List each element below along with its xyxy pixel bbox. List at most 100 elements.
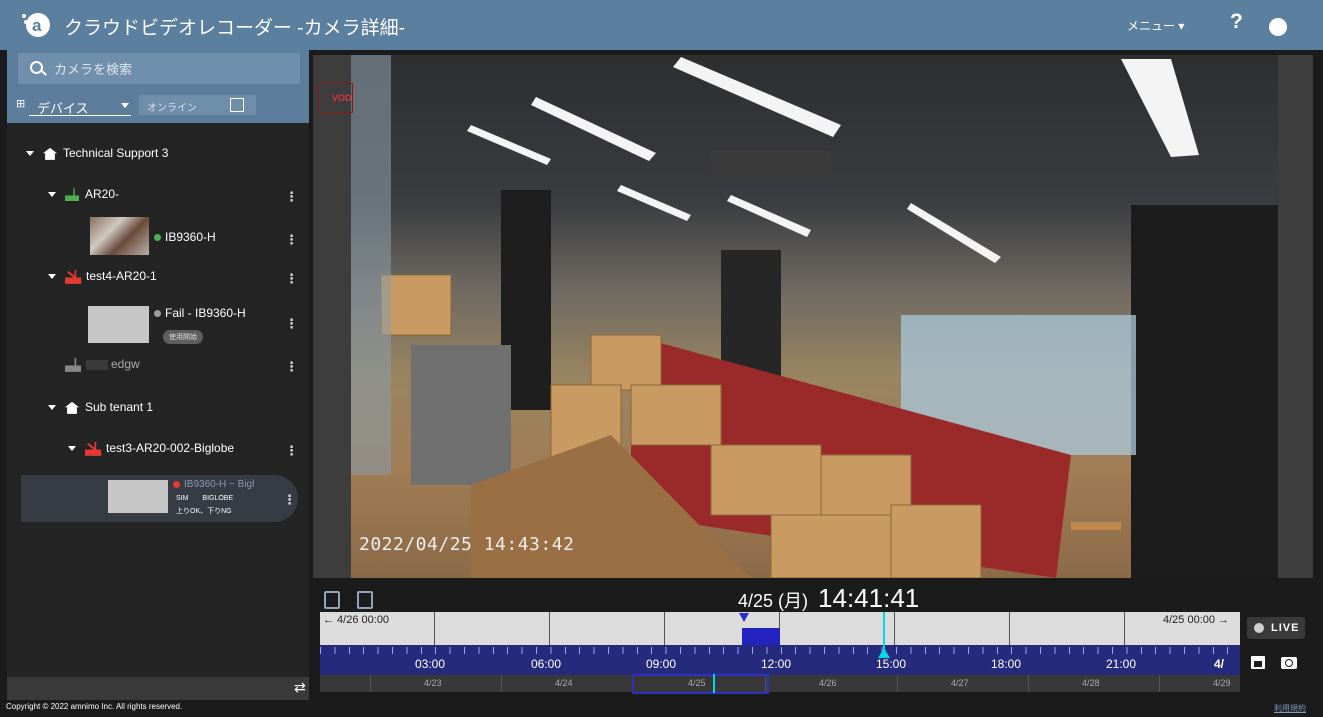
copy-add-icon[interactable] (357, 591, 373, 609)
tree-node-sub-tenant[interactable]: Sub tenant 1 (48, 400, 153, 420)
day-label[interactable]: 4/23 (424, 678, 442, 688)
day-label[interactable]: 4/24 (555, 678, 573, 688)
tree-label: IB9360-H (165, 230, 216, 244)
hour-label: 09:00 (646, 657, 677, 671)
video-timestamp: 2022/04/25 14:43:42 (359, 534, 575, 555)
search-box[interactable] (18, 53, 300, 84)
sidebar: ⊞ デバイス オンライン Technical Support 3 AR20- ⋮… (7, 50, 309, 700)
tree-node-ar20[interactable]: AR20- (48, 187, 119, 207)
tree-label: Technical Support 3 (63, 146, 169, 160)
camera-snapshot-icon[interactable] (1281, 657, 1297, 669)
device-select-label: デバイス (37, 101, 89, 116)
more-menu-icon[interactable]: ⋮ (285, 232, 298, 247)
device-select[interactable]: デバイス (29, 97, 131, 116)
camera-thumbnail[interactable] (108, 480, 168, 513)
tree-label: Fail - IB9360-H (165, 306, 246, 320)
playback-date: 4/25 (月) (738, 591, 809, 611)
tree-label: AR20- (85, 187, 120, 201)
selected-day-range[interactable] (632, 674, 769, 694)
live-label: LIVE (1271, 622, 1300, 634)
more-menu-icon[interactable]: ⋮ (285, 189, 298, 204)
swap-icon[interactable]: ⇄ (294, 679, 306, 696)
day-label[interactable]: 4/28 (1082, 678, 1100, 688)
video-player[interactable] (351, 55, 1278, 578)
calendar-icon[interactable] (1251, 656, 1265, 669)
more-menu-icon[interactable]: ⋮ (285, 316, 298, 331)
more-menu-icon[interactable]: ⋮ (285, 359, 298, 374)
sim-info: SIM BIGLOBE (176, 495, 233, 502)
day-cursor (713, 674, 715, 693)
day-divider (1028, 675, 1029, 692)
help-icon[interactable]: ? (1230, 10, 1243, 34)
menu-dropdown[interactable]: メニュー ▾ (1127, 17, 1184, 34)
online-filter-button[interactable]: オンライン (139, 95, 256, 115)
timeline-divider (1124, 612, 1125, 645)
selected-camera-row[interactable]: IB9360-H ~ Bigl SIM BIGLOBE 上りOK、下りNG ⋮ (21, 475, 298, 522)
more-menu-icon[interactable]: ⋮ (285, 271, 298, 286)
day-label[interactable]: 4/26 (819, 678, 837, 688)
tree-node-technical-support[interactable]: Technical Support 3 (26, 146, 168, 166)
link-status: 上りOK、下りNG (176, 508, 232, 515)
sidebar-toolbar: ⊞ デバイス オンライン (7, 50, 309, 123)
tree-node-test3[interactable]: test3-AR20-002-Biglobe (68, 441, 234, 461)
day-divider (370, 675, 371, 692)
vod-label: VOD (332, 93, 352, 103)
router-disabled-icon (65, 357, 81, 372)
status-badge: 使用開始 (163, 326, 203, 344)
hour-label: 12:00 (761, 657, 792, 671)
online-filter-label: オンライン (147, 103, 197, 114)
more-menu-icon[interactable]: ⋮ (285, 443, 298, 458)
timeline-divider (434, 612, 435, 645)
camera-name: IB9360-H ~ Bigl (173, 479, 254, 490)
foreground-rack (351, 55, 391, 475)
search-icon (30, 61, 43, 74)
app-header: a クラウドビデオレコーダー -カメラ詳細- メニュー ▾ ? (0, 0, 1323, 50)
day-divider (1159, 675, 1160, 692)
ceiling-lights (467, 57, 1246, 301)
router-icon (65, 188, 79, 202)
event-marker-icon[interactable] (739, 613, 749, 622)
svg-text:a: a (32, 16, 42, 35)
tree-label: IB9360-H ~ Bigl (184, 479, 255, 490)
timeline-ticks (320, 647, 1240, 654)
camera-thumbnail[interactable] (90, 217, 149, 255)
logo-icon: a (22, 13, 50, 37)
day-label[interactable]: 4/27 (951, 678, 969, 688)
timeline-days[interactable]: 4/23 4/24 4/25 4/26 4/27 4/28 4/29 (320, 675, 1240, 692)
hour-label: 18:00 (991, 657, 1022, 671)
expand-icon[interactable] (68, 446, 76, 452)
timeline-prev-day[interactable]: ← 4/26 00:00 (323, 614, 389, 626)
tree-label: test3-AR20-002-Biglobe (106, 441, 235, 455)
terms-link[interactable]: 利用規約 (1274, 703, 1306, 714)
expand-icon[interactable] (48, 192, 56, 198)
camera-thumbnail[interactable] (88, 306, 149, 343)
live-button[interactable]: LIVE (1247, 617, 1305, 639)
timeline-overview[interactable]: ← 4/26 00:00 4/25 00:00 → (320, 612, 1240, 645)
page-subtitle: -カメラ詳細- (292, 18, 405, 39)
cursor-handle-icon[interactable] (878, 648, 890, 658)
tree-node-test4[interactable]: test4-AR20-1 (48, 269, 157, 289)
hour-label: 4/ (1214, 657, 1225, 671)
chevron-down-icon (121, 103, 129, 108)
tree-node-camera-fail[interactable]: Fail - IB9360-H (154, 306, 246, 326)
tree-node-edgw[interactable]: edgw (65, 357, 140, 377)
timeline-next-day[interactable]: 4/25 00:00 → (1163, 614, 1229, 626)
status-badge-label: 使用開始 (163, 330, 203, 344)
day-label[interactable]: 4/29 (1213, 678, 1231, 688)
hour-label: 15:00 (876, 657, 907, 671)
tree-node-camera-ib9360[interactable]: IB9360-H (154, 230, 216, 250)
more-menu-icon[interactable]: ⋮ (283, 492, 296, 507)
copy-icon[interactable] (324, 591, 340, 609)
expand-icon[interactable] (48, 405, 56, 411)
recording-segment[interactable] (742, 628, 780, 645)
expand-icon[interactable] (26, 151, 34, 157)
live-indicator-icon (1254, 623, 1264, 633)
redacted-block (86, 359, 108, 370)
user-icon[interactable] (1269, 18, 1287, 36)
table (1071, 522, 1121, 530)
search-input[interactable] (52, 59, 296, 79)
expand-icon[interactable] (48, 274, 56, 280)
timeline-hours[interactable]: 03:00 06:00 09:00 12:00 15:00 18:00 21:0… (320, 645, 1240, 675)
tree-label: edgw (111, 357, 140, 371)
home-icon (65, 401, 79, 414)
